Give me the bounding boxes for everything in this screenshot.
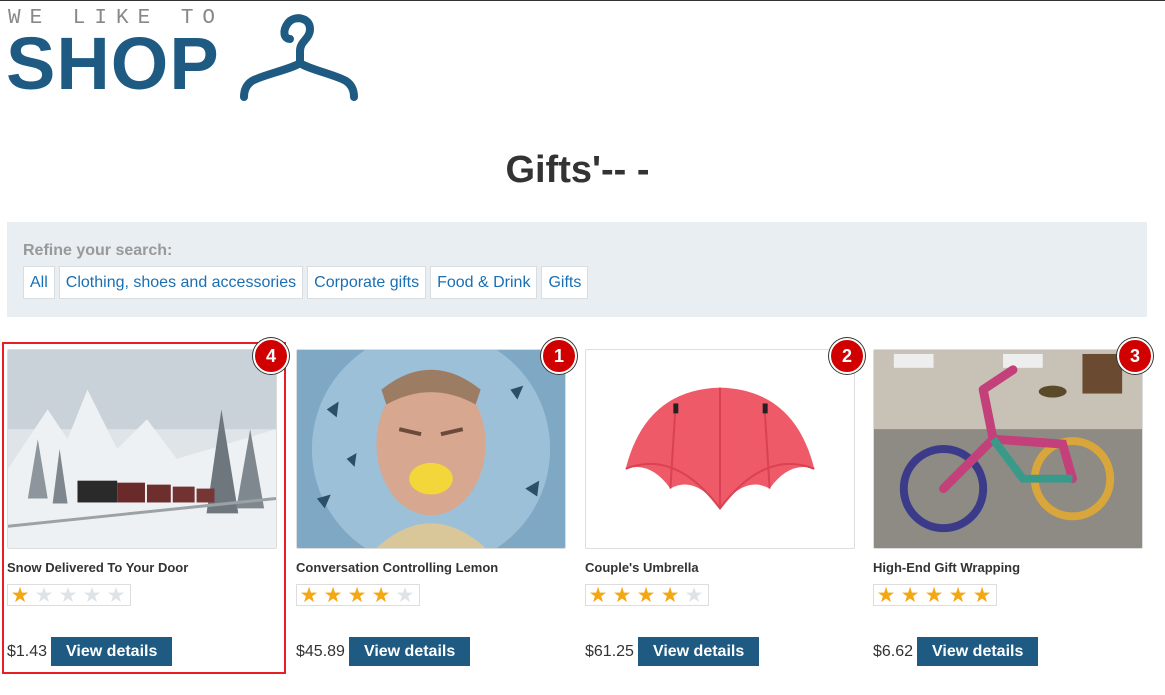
price-row: $45.89 View details	[296, 637, 471, 666]
product-image[interactable]	[585, 349, 855, 549]
star-filled-icon: ★	[660, 583, 680, 607]
product-image[interactable]	[873, 349, 1143, 549]
refine-search-panel: Refine your search: All Clothing, shoes …	[7, 222, 1147, 317]
product-price: $45.89	[296, 642, 345, 660]
step-badge: 2	[829, 338, 865, 374]
product-price: $61.25	[585, 642, 634, 660]
step-badge: 4	[253, 338, 289, 374]
star-filled-icon: ★	[924, 583, 944, 607]
star-rating: ★ ★ ★ ★ ★	[585, 584, 709, 606]
star-filled-icon: ★	[636, 583, 656, 607]
filter-link-food-drink[interactable]: Food & Drink	[430, 266, 538, 299]
star-filled-icon: ★	[323, 583, 343, 607]
star-empty-icon: ★	[395, 583, 415, 607]
logo-wordmark: SHOP	[6, 22, 220, 105]
star-rating: ★ ★ ★ ★ ★	[296, 584, 420, 606]
price-row: $61.25 View details	[585, 637, 760, 666]
product-name[interactable]: High-End Gift Wrapping	[873, 560, 1143, 578]
star-filled-icon: ★	[972, 583, 992, 607]
filter-link-all[interactable]: All	[23, 266, 55, 299]
filter-link-gifts[interactable]: Gifts	[541, 266, 589, 299]
step-badge: 1	[541, 338, 577, 374]
filter-link-corporate-gifts[interactable]: Corporate gifts	[307, 266, 427, 299]
product-name[interactable]: Couple's Umbrella	[585, 560, 855, 578]
yarn-bombed-bicycle-image	[874, 350, 1142, 548]
star-filled-icon: ★	[876, 583, 896, 607]
star-filled-icon: ★	[371, 583, 391, 607]
product-card: Conversation Controlling Lemon ★ ★ ★ ★ ★…	[296, 349, 566, 666]
step-badge: 3	[1117, 338, 1153, 374]
site-logo[interactable]: WE LIKE TO SHOP	[6, 5, 366, 105]
man-with-lemon-image	[297, 350, 565, 548]
star-filled-icon: ★	[948, 583, 968, 607]
page-title: Gifts'-- -	[505, 149, 650, 191]
view-details-button[interactable]: View details	[917, 637, 1039, 666]
red-umbrella-image	[586, 350, 854, 548]
star-empty-icon: ★	[684, 583, 704, 607]
product-image[interactable]	[296, 349, 566, 549]
product-name[interactable]: Conversation Controlling Lemon	[296, 560, 566, 578]
filter-link-clothing[interactable]: Clothing, shoes and accessories	[58, 266, 304, 299]
view-details-button[interactable]: View details	[348, 637, 471, 666]
star-filled-icon: ★	[900, 583, 920, 607]
view-details-button[interactable]: View details	[637, 637, 760, 666]
product-card: High-End Gift Wrapping ★ ★ ★ ★ ★ $6.62 V…	[873, 349, 1143, 666]
star-filled-icon: ★	[299, 583, 319, 607]
star-filled-icon: ★	[347, 583, 367, 607]
product-price: $6.62	[873, 642, 914, 660]
refine-search-label: Refine your search:	[23, 242, 173, 259]
price-row: $6.62 View details	[873, 637, 1039, 666]
star-filled-icon: ★	[588, 583, 608, 607]
hanger-icon	[240, 14, 358, 101]
highlight-box	[2, 342, 286, 674]
category-filter-list: All Clothing, shoes and accessories Corp…	[23, 266, 589, 299]
star-filled-icon: ★	[612, 583, 632, 607]
star-rating: ★ ★ ★ ★ ★	[873, 584, 997, 606]
product-card: Couple's Umbrella ★ ★ ★ ★ ★ $61.25 View …	[585, 349, 855, 666]
